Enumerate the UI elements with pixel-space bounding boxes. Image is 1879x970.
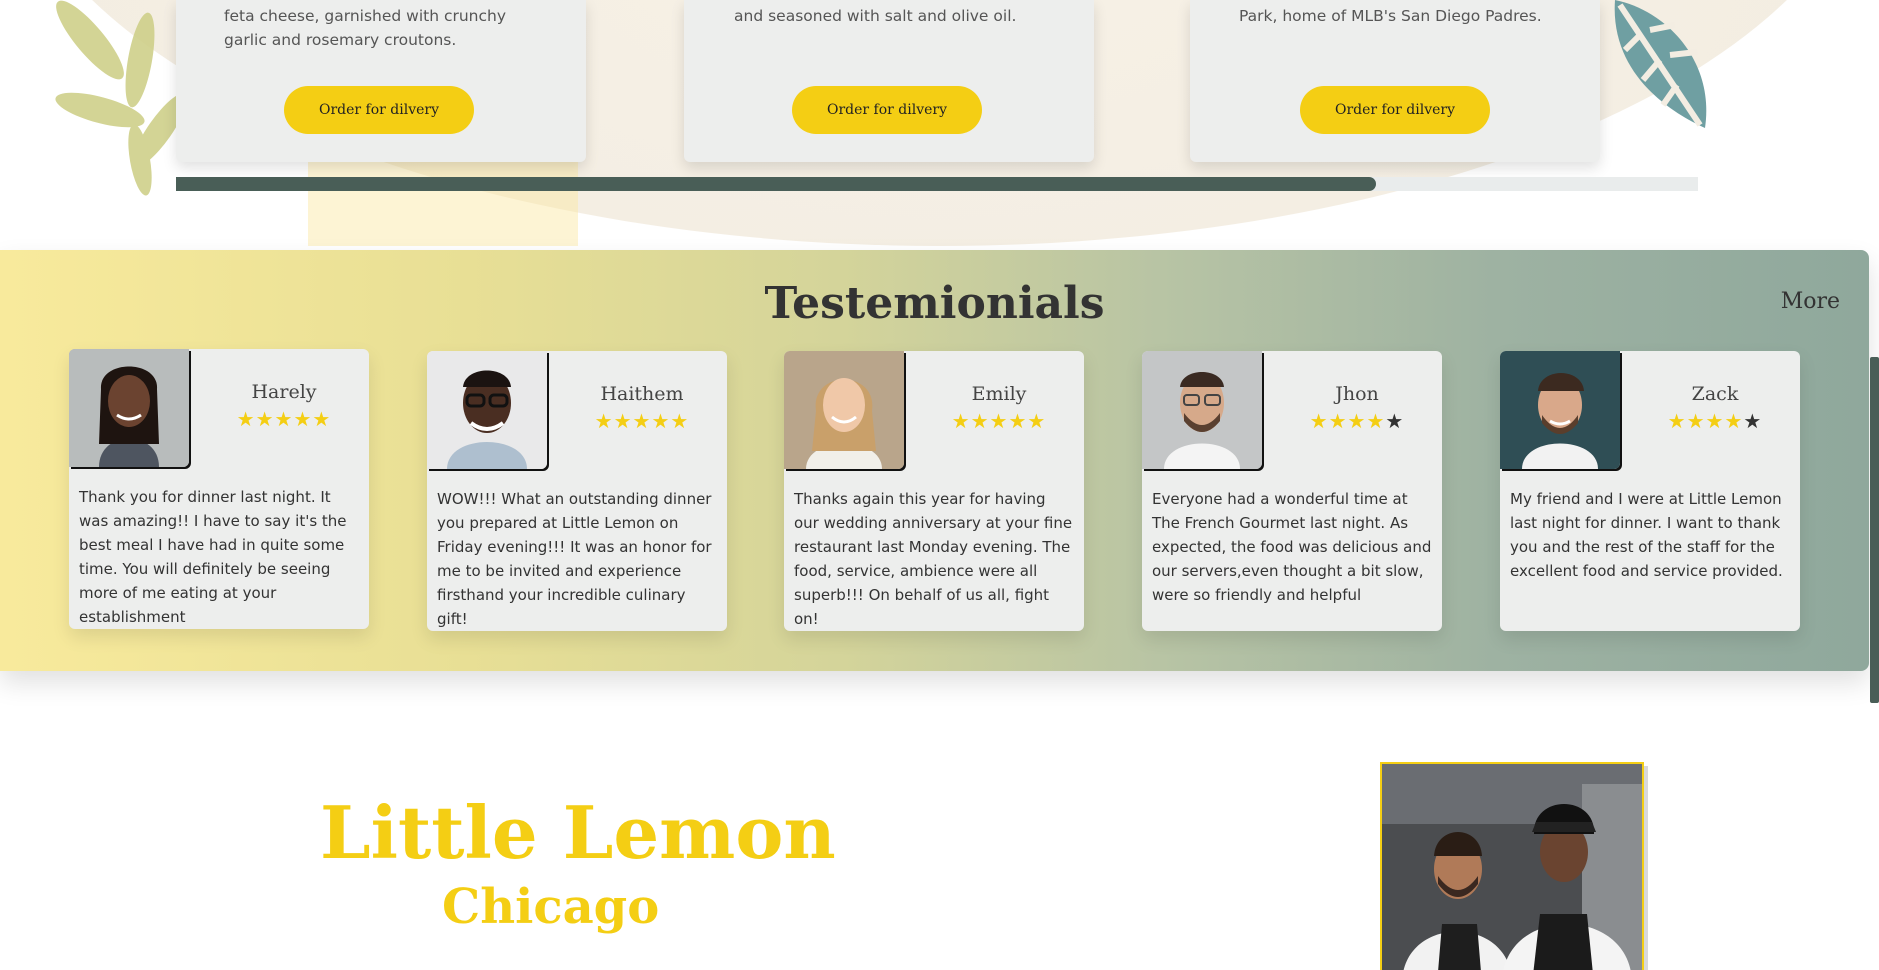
avatar bbox=[1500, 351, 1620, 469]
testimonials-title: Testemionials bbox=[764, 278, 1105, 329]
special-description: feta cheese, garnished with crunchy garl… bbox=[224, 7, 507, 49]
review-text: My friend and I were at Little Lemon las… bbox=[1510, 490, 1783, 580]
rating-stars: ★★★★★ bbox=[567, 409, 717, 433]
chefs-image-icon bbox=[1382, 764, 1642, 970]
rating-stars: ★★★★★ bbox=[1282, 409, 1432, 433]
order-delivery-button[interactable]: Order for dilvery bbox=[792, 86, 982, 134]
reviewer-name: Harely bbox=[251, 381, 317, 403]
brand-title: Little Lemon bbox=[320, 790, 836, 875]
review-text: Thanks again this year for having our we… bbox=[794, 490, 1073, 628]
page-scrollbar[interactable] bbox=[1870, 357, 1879, 703]
review-text: Thank you for dinner last night. It was … bbox=[79, 488, 347, 626]
testimonial-card: Emily ★★★★★ Thanks again this year for h… bbox=[784, 351, 1084, 631]
testimonials-section: Testemionials More Harely ★★★★★ Thank yo… bbox=[0, 250, 1869, 671]
testimonial-card: Jhon ★★★★★ Everyone had a wonderful time… bbox=[1142, 351, 1442, 631]
brand-subtitle: Chicago bbox=[442, 879, 660, 935]
order-delivery-button[interactable]: Order for dilvery bbox=[1300, 86, 1490, 134]
order-delivery-button[interactable]: Order for dilvery bbox=[284, 86, 474, 134]
testimonial-card: Haithem ★★★★★ WOW!!! What an outstanding… bbox=[427, 351, 727, 631]
reviewer-name: Jhon bbox=[1335, 383, 1379, 405]
chefs-photo bbox=[1380, 762, 1644, 970]
decorative-block bbox=[308, 150, 578, 246]
special-card: Park, home of MLB's San Diego Padres. Or… bbox=[1190, 0, 1600, 162]
star-icon: ★★★★★ bbox=[594, 409, 690, 433]
person-photo-icon bbox=[1500, 351, 1620, 469]
review-text: Everyone had a wonderful time at The Fre… bbox=[1152, 490, 1432, 604]
leaf-icon bbox=[1614, 0, 1707, 128]
reviewer-name: Haithem bbox=[600, 383, 684, 405]
avatar bbox=[784, 351, 904, 469]
star-icon: ★★★★★ bbox=[951, 409, 1047, 433]
special-description: and seasoned with salt and olive oil. bbox=[734, 7, 1017, 25]
review-text: WOW!!! What an outstanding dinner you pr… bbox=[437, 490, 712, 628]
star-icon: ★★★★ bbox=[1309, 409, 1386, 433]
star-icon: ★ bbox=[1743, 409, 1763, 433]
reviewer-name: Emily bbox=[971, 383, 1027, 405]
avatar bbox=[427, 351, 547, 469]
testimonial-card: Harely ★★★★★ Thank you for dinner last n… bbox=[69, 349, 369, 629]
avatar bbox=[69, 349, 189, 467]
star-icon: ★ bbox=[1385, 409, 1405, 433]
special-card: and seasoned with salt and olive oil. Or… bbox=[684, 0, 1094, 162]
person-photo-icon bbox=[427, 351, 547, 469]
person-photo-icon bbox=[69, 349, 189, 467]
star-icon: ★★★★★ bbox=[236, 407, 332, 431]
rating-stars: ★★★★★ bbox=[1640, 409, 1790, 433]
star-icon: ★★★★ bbox=[1667, 409, 1744, 433]
avatar bbox=[1142, 351, 1262, 469]
person-photo-icon bbox=[1142, 351, 1262, 469]
more-link[interactable]: More bbox=[1781, 289, 1840, 314]
person-photo-icon bbox=[784, 351, 904, 469]
testimonial-card: Zack ★★★★★ My friend and I were at Littl… bbox=[1500, 351, 1800, 631]
carousel-scroll-thumb[interactable] bbox=[176, 177, 1376, 191]
rating-stars: ★★★★★ bbox=[924, 409, 1074, 433]
rating-stars: ★★★★★ bbox=[209, 407, 359, 431]
reviewer-name: Zack bbox=[1691, 383, 1739, 405]
special-card: feta cheese, garnished with crunchy garl… bbox=[176, 0, 586, 162]
special-description: Park, home of MLB's San Diego Padres. bbox=[1239, 7, 1542, 25]
